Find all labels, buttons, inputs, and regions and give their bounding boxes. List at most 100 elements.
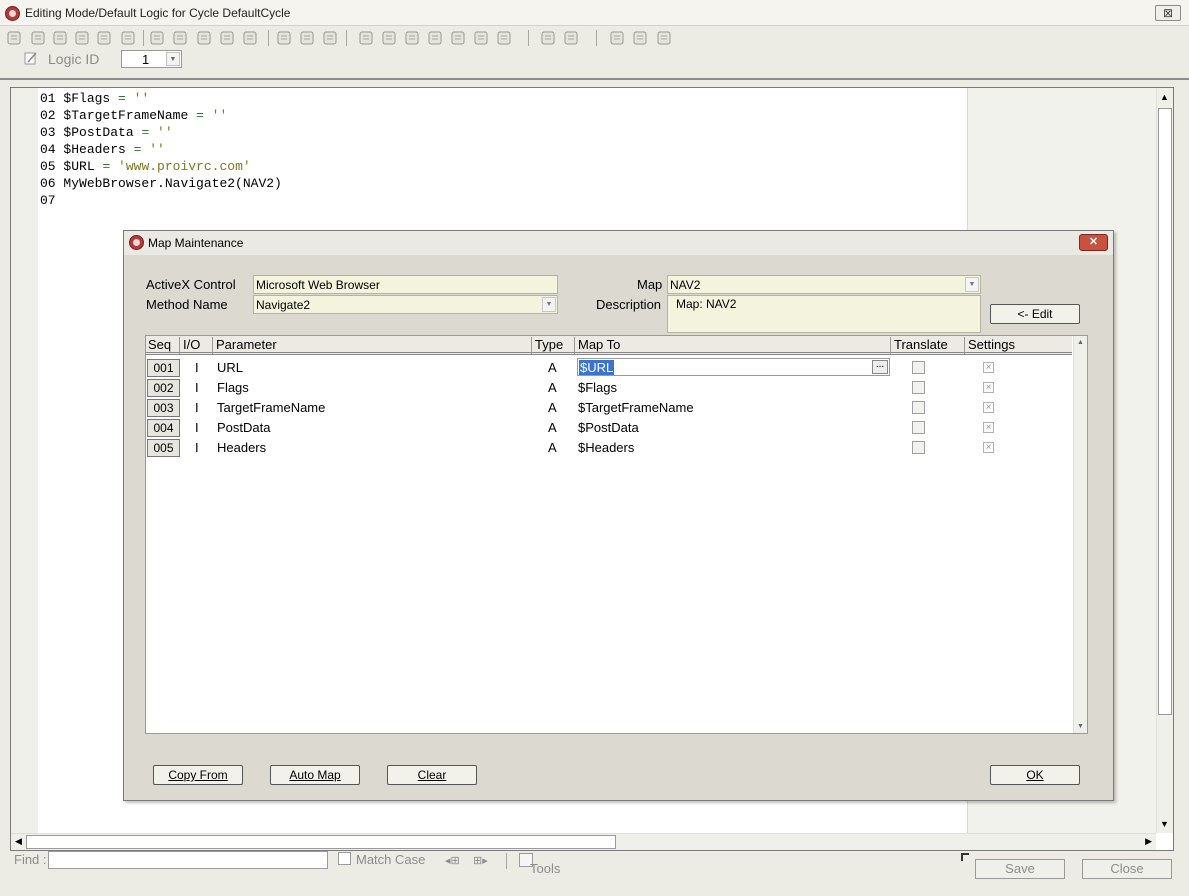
- find-icon[interactable]: [30, 30, 46, 46]
- column-header-translate[interactable]: Translate: [892, 337, 965, 354]
- map-to-cell[interactable]: $PostData: [578, 420, 639, 435]
- table-row[interactable]: 005 I Headers A $Headers ×: [146, 438, 1072, 458]
- column-header-parameter[interactable]: Parameter: [214, 337, 532, 354]
- table-row[interactable]: 003 I TargetFrameName A $TargetFrameName ×: [146, 398, 1072, 418]
- column-header-settings[interactable]: Settings: [966, 337, 1072, 354]
- code-line[interactable]: 01 $Flags = '': [40, 90, 282, 107]
- table-row[interactable]: 002 I Flags A $Flags ×: [146, 378, 1072, 398]
- column-header-seq[interactable]: Seq: [146, 337, 180, 354]
- table-row[interactable]: 004 I PostData A $PostData ×: [146, 418, 1072, 438]
- method-name-select[interactable]: Navigate2 ▼: [253, 295, 558, 314]
- auto-map-button[interactable]: Auto Map: [270, 765, 360, 785]
- ok-button[interactable]: OK: [990, 765, 1080, 785]
- scroll-thumb[interactable]: [26, 835, 616, 849]
- dollar-icon[interactable]: [381, 30, 397, 46]
- window-close-button[interactable]: ⊠: [1155, 5, 1181, 21]
- translate-checkbox[interactable]: [912, 441, 925, 454]
- find-input[interactable]: [48, 851, 328, 869]
- code-line[interactable]: 07: [40, 192, 282, 209]
- map-to-cell[interactable]: $Headers: [578, 440, 634, 455]
- copy-from-button[interactable]: Copy From: [153, 765, 243, 785]
- scroll-up-icon[interactable]: ▲: [1160, 92, 1169, 102]
- translate-checkbox[interactable]: [912, 421, 925, 434]
- find-next-icon[interactable]: ⊞▸: [473, 854, 493, 867]
- grid-vertical-scrollbar[interactable]: ▲ ▼: [1073, 336, 1087, 733]
- settings-checkbox[interactable]: ×: [983, 422, 994, 433]
- code-line[interactable]: 06 MyWebBrowser.Navigate2(NAV2): [40, 175, 282, 192]
- dialog-close-button[interactable]: ✕: [1079, 234, 1108, 251]
- translate-checkbox[interactable]: [912, 381, 925, 394]
- code-content[interactable]: 01 $Flags = '' 02 $TargetFrameName = '' 03…: [40, 90, 282, 209]
- code-line[interactable]: 05 $URL = 'www.proivrc.com': [40, 158, 282, 175]
- seq-button[interactable]: 003: [147, 399, 180, 417]
- scroll-down-icon[interactable]: ▼: [1160, 819, 1169, 829]
- code-line[interactable]: 03 $PostData = '': [40, 124, 282, 141]
- paste-icon[interactable]: [96, 30, 112, 46]
- browse-button[interactable]: ...: [872, 360, 888, 374]
- settings-checkbox[interactable]: ×: [983, 382, 994, 393]
- seq-button[interactable]: 005: [147, 439, 180, 457]
- chevron-down-icon[interactable]: ▼: [166, 52, 180, 66]
- editor-horizontal-scrollbar[interactable]: ◀ ▶: [11, 833, 1156, 850]
- parameter-grid[interactable]: Seq I/O Parameter Type Map To Translate …: [145, 335, 1088, 734]
- table-icon[interactable]: [404, 30, 420, 46]
- chevron-down-icon[interactable]: ▼: [965, 277, 979, 292]
- indent-icon[interactable]: [219, 30, 235, 46]
- seq-button[interactable]: 001: [147, 359, 180, 377]
- save-button[interactable]: Save: [975, 859, 1065, 879]
- book-icon[interactable]: [656, 30, 672, 46]
- settings-icon[interactable]: [496, 30, 512, 46]
- clear-button[interactable]: Clear: [387, 765, 477, 785]
- redo-icon[interactable]: [172, 30, 188, 46]
- tools-label[interactable]: Tools: [530, 861, 560, 876]
- code-line[interactable]: 02 $TargetFrameName = '': [40, 107, 282, 124]
- timer-icon[interactable]: [540, 30, 556, 46]
- column-header-io[interactable]: I/O: [181, 337, 213, 354]
- activex-control-field[interactable]: Microsoft Web Browser: [253, 275, 558, 294]
- settings-checkbox[interactable]: ×: [983, 442, 994, 453]
- undo-icon[interactable]: [149, 30, 165, 46]
- scroll-right-icon[interactable]: ▶: [1145, 836, 1152, 847]
- settings-checkbox[interactable]: ×: [983, 402, 994, 413]
- edit-button[interactable]: <- Edit: [990, 304, 1080, 324]
- translate-checkbox[interactable]: [912, 401, 925, 414]
- editor-vertical-scrollbar[interactable]: ▲ ▼: [1156, 88, 1173, 833]
- translate-checkbox[interactable]: [912, 361, 925, 374]
- column-header-type[interactable]: Type: [533, 337, 575, 354]
- map-select[interactable]: NAV2 ▼: [667, 275, 981, 294]
- copy-icon[interactable]: [74, 30, 90, 46]
- report-icon[interactable]: [450, 30, 466, 46]
- settings-checkbox[interactable]: ×: [983, 362, 994, 373]
- map-to-cell[interactable]: $TargetFrameName: [578, 400, 694, 415]
- grid-icon[interactable]: [6, 30, 22, 46]
- cut-icon[interactable]: [52, 30, 68, 46]
- map-to-input[interactable]: $URL...: [577, 358, 890, 376]
- paste-special-icon[interactable]: [120, 30, 136, 46]
- column-header-map-to[interactable]: Map To: [576, 337, 891, 354]
- scroll-left-icon[interactable]: ◀: [15, 836, 22, 847]
- format-icon[interactable]: [196, 30, 212, 46]
- find-previous-icon[interactable]: ◂⊞: [445, 854, 465, 867]
- scroll-down-icon[interactable]: ▼: [1077, 723, 1084, 730]
- replace-icon[interactable]: [276, 30, 292, 46]
- logic-id-select[interactable]: 1 ▼: [121, 50, 182, 68]
- doc-icon[interactable]: [322, 30, 338, 46]
- scroll-thumb[interactable]: [1158, 108, 1172, 715]
- add-icon[interactable]: [632, 30, 648, 46]
- table-row[interactable]: 001 I URL A $URL... ×: [146, 358, 1072, 378]
- seq-button[interactable]: 002: [147, 379, 180, 397]
- comment-icon[interactable]: [358, 30, 374, 46]
- screen-icon[interactable]: [563, 30, 579, 46]
- outdent-icon[interactable]: [242, 30, 258, 46]
- scroll-up-icon[interactable]: ▲: [1077, 339, 1084, 346]
- chevron-down-icon[interactable]: ▼: [542, 297, 556, 312]
- code-line[interactable]: 04 $Headers = '': [40, 141, 282, 158]
- map-to-cell[interactable]: $Flags: [578, 380, 617, 395]
- help-icon[interactable]: [473, 30, 489, 46]
- link-icon[interactable]: [299, 30, 315, 46]
- close-button[interactable]: Close: [1082, 859, 1172, 879]
- seq-button[interactable]: 004: [147, 419, 180, 437]
- description-field[interactable]: Map: NAV2: [667, 295, 981, 333]
- database-icon[interactable]: [427, 30, 443, 46]
- zoom-icon[interactable]: [609, 30, 625, 46]
